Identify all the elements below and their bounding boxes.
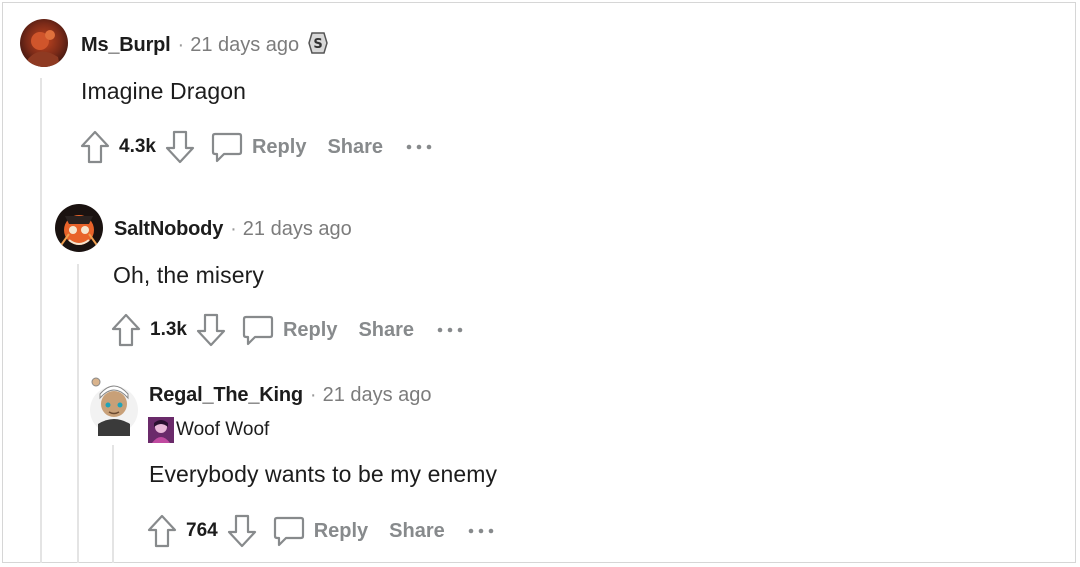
upvote-icon[interactable] [79, 129, 111, 165]
comment-header: Regal_The_King · 21 days ago [149, 380, 432, 410]
comment-body: Everybody wants to be my enemy [149, 461, 498, 487]
reply-button[interactable]: Reply [241, 313, 337, 347]
comment-actions: 764 Reply Share [146, 511, 495, 551]
reply-icon [210, 130, 244, 164]
comment-body: Imagine Dragon [81, 78, 247, 104]
vote-score: 4.3k [119, 136, 156, 157]
separator-dot: · [309, 383, 317, 406]
avatar[interactable] [88, 376, 138, 436]
vote-score: 1.3k [150, 319, 187, 340]
avatar[interactable] [55, 204, 103, 252]
username[interactable]: Ms_Burpl [81, 34, 171, 57]
timestamp[interactable]: 21 days ago [190, 34, 299, 57]
comment-actions: 1.3k Reply Share [110, 310, 464, 350]
more-options-icon[interactable] [467, 521, 495, 541]
timestamp[interactable]: 21 days ago [323, 384, 432, 407]
comment-actions: 4.3k Reply Share [79, 127, 433, 167]
share-button[interactable]: Share [389, 520, 445, 543]
separator-dot: · [177, 33, 185, 56]
upvote-icon[interactable] [146, 513, 178, 549]
user-flair: Woof Woof [148, 416, 269, 444]
badge-icon: S [307, 30, 329, 61]
svg-text:S: S [314, 37, 323, 52]
downvote-icon[interactable] [195, 312, 227, 348]
thread-line-3[interactable] [112, 445, 114, 563]
thread-line-2[interactable] [77, 264, 79, 563]
thread-line-1[interactable] [40, 78, 42, 563]
username[interactable]: Regal_The_King [149, 384, 303, 407]
reply-button[interactable]: Reply [272, 514, 368, 548]
timestamp[interactable]: 21 days ago [243, 218, 352, 241]
upvote-icon[interactable] [110, 312, 142, 348]
vote-score: 764 [186, 520, 218, 541]
downvote-icon[interactable] [226, 513, 258, 549]
downvote-icon[interactable] [164, 129, 196, 165]
share-button[interactable]: Share [327, 136, 383, 159]
flair-text: Woof Woof [176, 419, 270, 440]
more-options-icon[interactable] [436, 320, 464, 340]
reply-icon [272, 514, 306, 548]
comment-body: Oh, the misery [113, 262, 264, 288]
reply-button[interactable]: Reply [210, 130, 306, 164]
reply-label: Reply [282, 318, 338, 341]
reply-label: Reply [251, 135, 307, 158]
avatar[interactable] [20, 19, 68, 67]
username[interactable]: SaltNobody [114, 218, 223, 241]
reply-icon [241, 313, 275, 347]
more-options-icon[interactable] [405, 137, 433, 157]
comment-header: SaltNobody · 21 days ago [114, 214, 352, 244]
reply-label: Reply [313, 519, 369, 542]
share-button[interactable]: Share [358, 319, 414, 342]
flair-icon [148, 417, 174, 443]
separator-dot: · [230, 217, 237, 240]
comment-header: Ms_Burpl · 21 days ago S [81, 30, 329, 60]
